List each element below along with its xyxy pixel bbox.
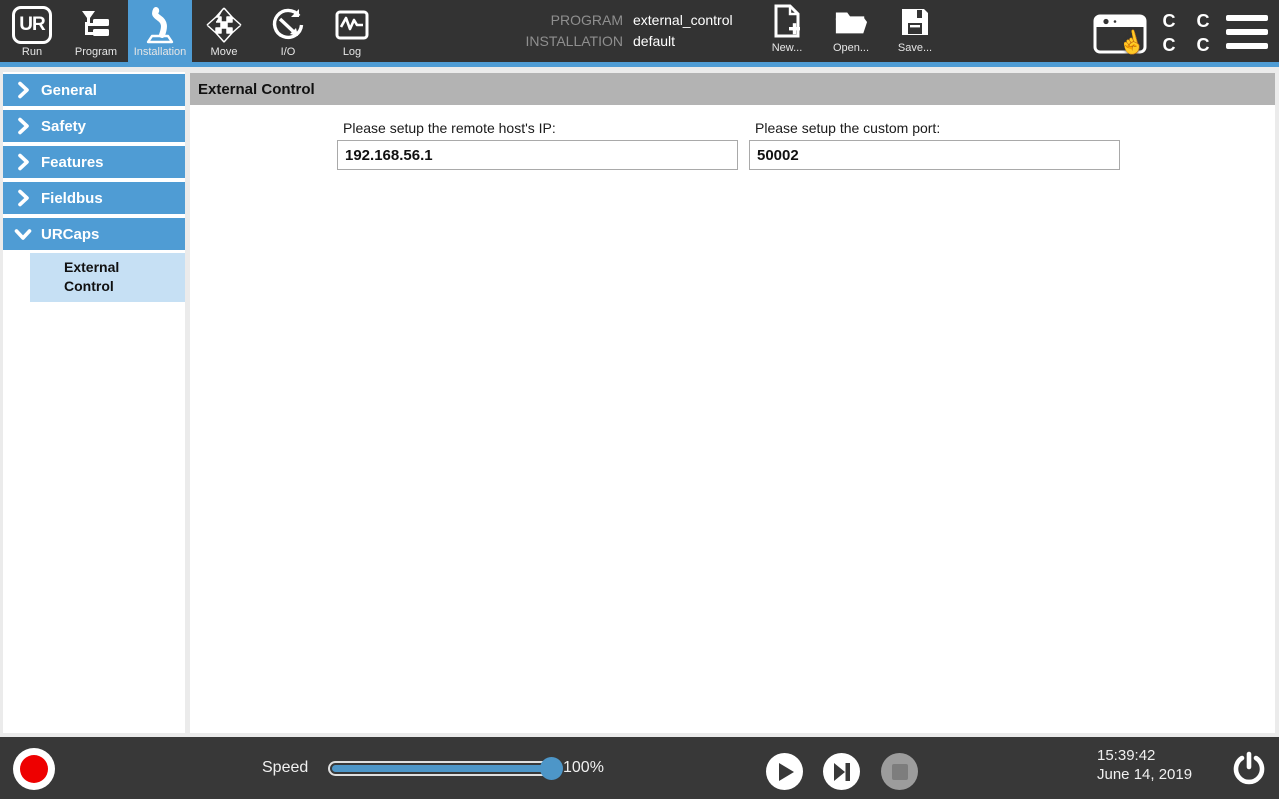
tab-move-label: Move	[211, 46, 238, 58]
chevron-down-icon	[14, 225, 32, 243]
sidebar-subitem-external-control[interactable]: External Control	[30, 253, 185, 302]
power-icon	[1231, 751, 1267, 787]
program-tree-icon	[76, 5, 116, 45]
skip-next-icon	[832, 762, 852, 782]
cc-indicator[interactable]: C C C C	[1156, 10, 1216, 56]
top-bar: UR Run Program	[0, 0, 1279, 62]
installation-name-label: INSTALLATION	[505, 33, 623, 49]
teach-pendant-button[interactable]: ☝	[1092, 12, 1150, 56]
stop-icon	[892, 764, 908, 780]
port-input[interactable]	[749, 140, 1120, 170]
tab-log[interactable]: Log	[320, 0, 384, 62]
new-button-label: New...	[772, 42, 803, 54]
speed-slider[interactable]	[328, 761, 557, 776]
bottom-bar: Speed 100% 15:39:42 June 14, 2019	[0, 737, 1279, 799]
chevron-right-icon	[14, 117, 32, 135]
ip-field-label: Please setup the remote host's IP:	[337, 120, 738, 136]
main-tabs: UR Run Program	[0, 0, 384, 62]
robot-arm-icon	[140, 5, 180, 45]
open-button-label: Open...	[833, 42, 869, 54]
installation-sidebar: General Safety Features Fieldbus URCaps …	[3, 72, 185, 733]
ur-logo-icon: UR	[12, 5, 52, 45]
tab-log-label: Log	[343, 46, 361, 58]
sidebar-item-features[interactable]: Features	[3, 146, 185, 178]
program-name-value: external_control	[633, 12, 733, 28]
io-cycle-icon	[268, 5, 308, 45]
sidebar-item-label: General	[41, 82, 97, 99]
new-button[interactable]: New...	[755, 4, 819, 60]
sidebar-item-general[interactable]: General	[3, 74, 185, 106]
sidebar-item-urcaps[interactable]: URCaps	[3, 218, 185, 250]
play-icon	[779, 763, 794, 781]
menu-icon	[1226, 15, 1268, 21]
log-pulse-icon	[332, 5, 372, 45]
tab-program[interactable]: Program	[64, 0, 128, 62]
cc-letter: C	[1163, 35, 1176, 56]
chevron-right-icon	[14, 189, 32, 207]
page-title: External Control	[190, 73, 1275, 105]
tab-installation-label: Installation	[134, 46, 187, 58]
sidebar-subitem-label: External Control	[64, 258, 144, 296]
save-button[interactable]: Save...	[883, 4, 947, 60]
stop-button[interactable]	[881, 753, 918, 790]
tab-io-label: I/O	[281, 46, 296, 58]
tab-run[interactable]: UR Run	[0, 0, 64, 62]
clock: 15:39:42 June 14, 2019	[1097, 746, 1192, 784]
program-info: PROGRAM external_control INSTALLATION de…	[505, 9, 733, 51]
sidebar-item-label: Features	[41, 154, 104, 171]
hamburger-menu-button[interactable]	[1226, 15, 1270, 49]
speed-slider-fill	[332, 765, 547, 772]
floppy-disk-icon	[898, 4, 932, 40]
installation-name-value: default	[633, 33, 675, 49]
sidebar-item-label: Fieldbus	[41, 190, 103, 207]
accent-divider	[0, 62, 1279, 67]
initialize-robot-button[interactable]	[13, 748, 55, 790]
file-plus-icon	[770, 4, 804, 40]
clock-time: 15:39:42	[1097, 746, 1192, 765]
program-name-label: PROGRAM	[505, 12, 623, 28]
main-panel: External Control Please setup the remote…	[190, 73, 1275, 733]
play-button[interactable]	[766, 753, 803, 790]
tab-run-label: Run	[22, 46, 42, 58]
port-field-label: Please setup the custom port:	[749, 120, 1120, 136]
ur-logo-text: UR	[12, 6, 52, 44]
file-actions: New... Open... Save...	[755, 4, 947, 60]
ip-input[interactable]	[337, 140, 738, 170]
tab-installation[interactable]: Installation	[128, 0, 192, 62]
cc-letter: C	[1197, 11, 1210, 32]
speed-slider-handle[interactable]	[540, 757, 563, 780]
sidebar-item-label: Safety	[41, 118, 86, 135]
robot-status-red-icon	[20, 755, 48, 783]
custom-port-group: Please setup the custom port:	[749, 120, 1120, 170]
sidebar-item-label: URCaps	[41, 226, 99, 243]
clock-date: June 14, 2019	[1097, 765, 1192, 784]
remote-host-ip-group: Please setup the remote host's IP:	[337, 120, 738, 170]
chevron-right-icon	[14, 153, 32, 171]
folder-open-icon	[834, 4, 868, 40]
step-button[interactable]	[823, 753, 860, 790]
speed-value: 100%	[563, 759, 604, 777]
save-button-label: Save...	[898, 42, 932, 54]
cc-letter: C	[1163, 11, 1176, 32]
move-cross-icon	[204, 5, 244, 45]
cc-letter: C	[1197, 35, 1210, 56]
speed-label: Speed	[262, 759, 308, 777]
tab-program-label: Program	[75, 46, 117, 58]
chevron-right-icon	[14, 81, 32, 99]
sidebar-item-fieldbus[interactable]: Fieldbus	[3, 182, 185, 214]
tab-move[interactable]: Move	[192, 0, 256, 62]
tab-io[interactable]: I/O	[256, 0, 320, 62]
power-button[interactable]	[1230, 750, 1267, 787]
sidebar-item-safety[interactable]: Safety	[3, 110, 185, 142]
open-button[interactable]: Open...	[819, 4, 883, 60]
